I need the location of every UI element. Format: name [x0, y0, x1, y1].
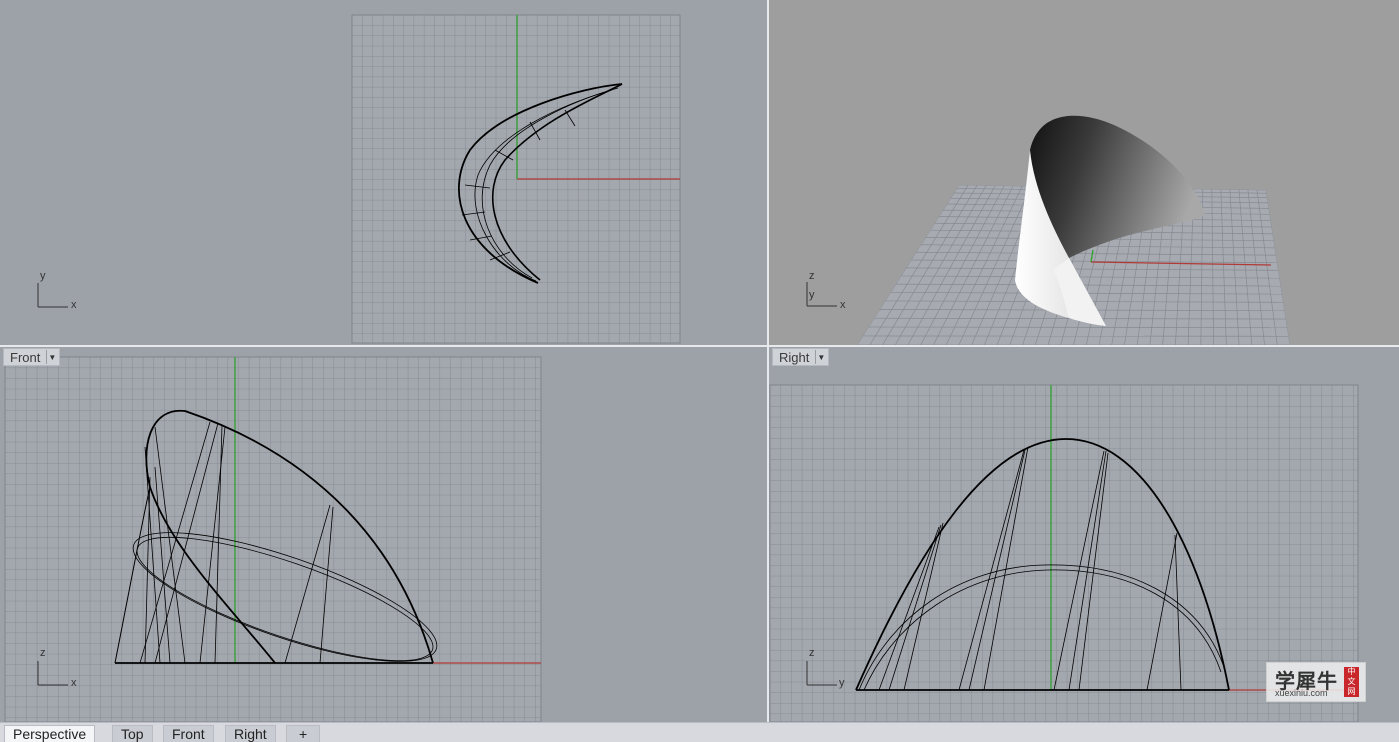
- axis-label-x: x: [71, 299, 77, 311]
- tab-top[interactable]: Top: [112, 725, 153, 742]
- add-tab-button[interactable]: +: [286, 725, 320, 742]
- front-viewport[interactable]: Front ▼ z x: [0, 347, 767, 722]
- construction-grid-lines: [5, 357, 541, 722]
- perspective-view-canvas[interactable]: [769, 0, 1399, 345]
- front-view-canvas[interactable]: [0, 347, 767, 722]
- watermark-url: xuexiniu.com: [1275, 688, 1328, 698]
- viewport-title-right[interactable]: Right ▼: [772, 348, 829, 366]
- top-viewport[interactable]: y x: [0, 0, 767, 345]
- viewport-title-front[interactable]: Front ▼: [3, 348, 60, 366]
- viewport-tab-bar: Perspective Top Front Right +: [0, 722, 1399, 737]
- tab-perspective[interactable]: Perspective: [4, 725, 95, 742]
- axis-label-y: y: [40, 270, 46, 282]
- axis-gizmo-top: [38, 283, 68, 307]
- tab-right[interactable]: Right: [225, 725, 276, 742]
- top-view-canvas[interactable]: [0, 0, 767, 345]
- dropdown-arrow-icon[interactable]: ▼: [46, 350, 57, 364]
- watermark-logo: 学犀牛 xuexiniu.com 中文网: [1266, 662, 1366, 702]
- axis-label-z: z: [809, 270, 815, 282]
- axis-label-z: z: [40, 647, 46, 659]
- axis-label-z: z: [809, 647, 815, 659]
- viewport-splitter-horizontal[interactable]: [0, 345, 1399, 347]
- perspective-viewport[interactable]: z y x: [769, 0, 1399, 345]
- viewport-title-label: Front: [10, 350, 46, 365]
- dropdown-arrow-icon[interactable]: ▼: [815, 350, 826, 364]
- axis-label-y: y: [839, 677, 845, 689]
- axis-label-x: x: [840, 299, 846, 311]
- axis-label-y: y: [809, 289, 815, 301]
- axis-label-x: x: [71, 677, 77, 689]
- watermark-stamp: 中文网: [1344, 667, 1359, 697]
- viewport-splitter-vertical[interactable]: [767, 0, 769, 722]
- plus-icon: +: [299, 726, 307, 742]
- tab-front[interactable]: Front: [163, 725, 214, 742]
- viewport-title-label: Right: [779, 350, 815, 365]
